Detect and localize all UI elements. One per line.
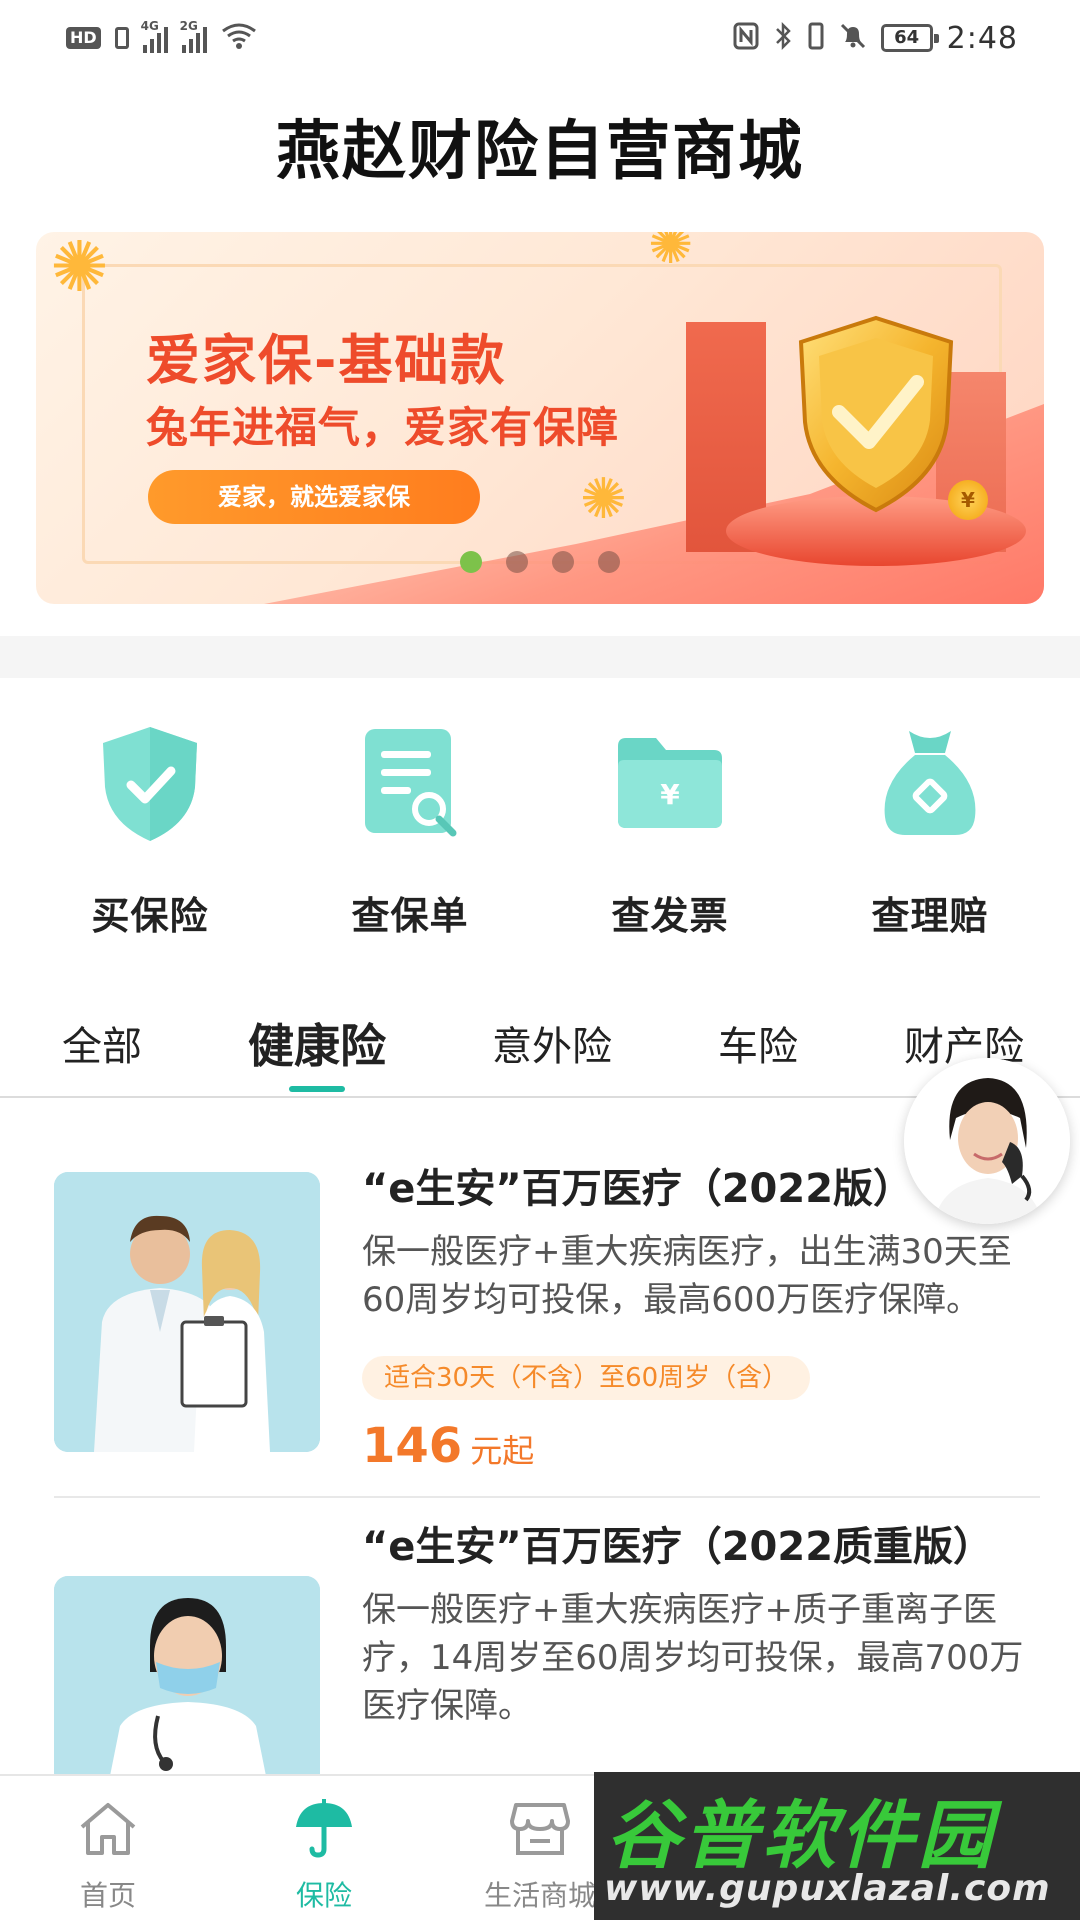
carousel-indicator <box>36 551 1044 573</box>
coin-icon: ¥ <box>948 480 988 520</box>
policy-query-button[interactable]: 查保单 <box>310 720 510 940</box>
hd-badge: HD <box>66 27 101 49</box>
carousel-dot[interactable] <box>598 551 620 573</box>
tab-auto[interactable]: 车险 <box>718 1014 798 1072</box>
claims-query-button[interactable]: 查理赔 <box>830 720 1030 940</box>
battery-icon: 64 <box>880 24 939 52</box>
quick-action-label: 查保单 <box>351 894 469 938</box>
sim-icon <box>114 27 129 49</box>
category-tabs: 全部 健康险 意外险 车险 财产险 <box>0 990 1080 1098</box>
nfc-icon <box>733 22 759 55</box>
banner-cta-button[interactable]: 爱家，就选爱家保 <box>148 470 480 524</box>
customer-service-avatar[interactable] <box>904 1058 1070 1224</box>
banner-title: 爱家保-基础款 <box>146 329 507 392</box>
product-card[interactable]: “e生安”百万医疗（2022版） 保一般医疗+重大疾病医疗，出生满30天至60周… <box>54 1156 1040 1496</box>
bluetooth-icon <box>773 21 793 56</box>
clock: 2:48 <box>946 20 1018 56</box>
page-title: 燕赵财险自营商城 <box>276 115 804 189</box>
nav-label: 生活商城 <box>483 1879 596 1912</box>
nav-label: 保险 <box>295 1879 352 1912</box>
product-title: “e生安”百万医疗（2022质重版） <box>362 1524 994 1570</box>
store-icon <box>505 1794 575 1864</box>
quick-action-label: 查理赔 <box>871 894 989 938</box>
tab-accident[interactable]: 意外险 <box>492 1014 612 1072</box>
signal-icon: 4G <box>141 19 168 53</box>
price-value: 146 <box>362 1418 463 1474</box>
document-search-icon <box>350 720 470 845</box>
quick-actions: 买保险 查保单 ¥ 查发票 查理赔 <box>0 720 1080 940</box>
invoice-query-button[interactable]: ¥ 查发票 <box>570 720 770 940</box>
nav-label: 首页 <box>79 1879 136 1912</box>
umbrella-icon <box>289 1794 359 1864</box>
signal-icon: 2G <box>180 19 207 53</box>
vibrate-icon <box>807 22 825 55</box>
nav-home[interactable]: 首页 <box>0 1776 216 1920</box>
watermark: 谷普软件园 www.gupuxlazal.com <box>594 1772 1080 1920</box>
firework-icon: ✺ <box>50 232 109 308</box>
banner-subtitle: 兔年进福气，爱家有保障 <box>146 403 620 452</box>
product-image <box>54 1576 320 1776</box>
tab-all[interactable]: 全部 <box>62 1014 142 1072</box>
product-image <box>54 1172 320 1452</box>
tab-health[interactable]: 健康险 <box>248 1010 386 1076</box>
product-title: “e生安”百万医疗（2022版） <box>362 1166 914 1212</box>
firework-icon: ✺ <box>648 232 694 276</box>
promo-banner[interactable]: ✺ ✺ ✺ ¥ 爱家保-基础款 兔年进福气，爱家有保障 爱家，就选爱家保 <box>36 232 1044 604</box>
buy-insurance-button[interactable]: 买保险 <box>50 720 250 940</box>
section-separator <box>0 636 1080 678</box>
watermark-url: www.gupuxlazal.com <box>604 1868 1051 1909</box>
carousel-dot[interactable] <box>552 551 574 573</box>
watermark-brand: 谷普软件园 <box>606 1793 996 1879</box>
home-icon <box>73 1794 143 1864</box>
money-bag-icon <box>870 720 990 845</box>
product-description: 保一般医疗+重大疾病医疗+质子重离子医疗，14周岁至60周岁均可投保，最高700… <box>362 1590 1024 1726</box>
signal-label: 4G <box>140 19 159 33</box>
signal-label: 2G <box>179 19 198 33</box>
price-unit: 元起 <box>470 1432 535 1470</box>
mute-icon <box>839 22 867 55</box>
product-description: 保一般医疗+重大疾病医疗，出生满30天至60周岁均可投保，最高600万医疗保障。 <box>362 1232 1012 1320</box>
shield-check-icon <box>90 720 210 845</box>
wifi-icon <box>221 22 257 55</box>
quick-action-label: 买保险 <box>91 894 209 938</box>
status-bar: HD 4G 2G 64 2:48 <box>0 0 1080 76</box>
svg-text:¥: ¥ <box>660 778 680 811</box>
list-divider <box>54 1496 1040 1498</box>
firework-icon: ✺ <box>580 467 627 532</box>
carousel-dot[interactable] <box>506 551 528 573</box>
folder-yen-icon: ¥ <box>610 720 730 845</box>
shield-check-icon <box>798 315 954 513</box>
nav-insurance[interactable]: 保险 <box>216 1776 432 1920</box>
age-tag: 适合30天（不含）至60周岁（含） <box>362 1356 811 1400</box>
product-card[interactable]: “e生安”百万医疗（2022质重版） 保一般医疗+重大疾病医疗+质子重离子医疗，… <box>54 1514 1040 1776</box>
carousel-dot[interactable] <box>460 551 482 573</box>
quick-action-label: 查发票 <box>611 894 729 938</box>
product-price: 146 元起 <box>362 1418 534 1474</box>
